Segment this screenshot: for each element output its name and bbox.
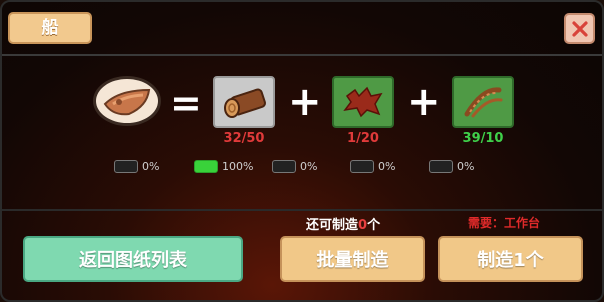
progress-indicator: 100% [194,160,253,173]
progress-label: 0% [142,160,160,173]
result-item-boat[interactable] [93,76,161,126]
leather-hide-icon [343,86,383,118]
craftable-amount: 0 [358,218,368,233]
progress-box [429,160,453,173]
crafting-panel: 船 = + + 32/50 1/20 39/10 0% 100% 0% 0% 0… [0,0,604,302]
progress-box [194,160,218,173]
footer-divider [2,209,602,211]
progress-indicator: 0% [272,160,317,173]
ingredient-count-log: 32/50 [223,131,265,146]
progress-indicator: 0% [114,160,159,173]
progress-box [114,160,138,173]
progress-indicator: 0% [429,160,474,173]
plus-sign: + [288,79,322,125]
equals-sign: = [170,81,202,125]
craftable-count: 还可制造0个 [306,214,380,233]
ingredient-slot-rope[interactable] [452,76,514,128]
rope-coil-icon [464,87,503,118]
progress-box [350,160,374,173]
progress-label: 0% [457,160,475,173]
craftable-prefix: 还可制造 [306,218,359,233]
craftable-suffix: 个 [367,218,381,233]
boat-icon [103,88,151,116]
header-divider [2,54,602,56]
close-button[interactable] [564,13,595,44]
back-to-blueprints-button[interactable]: 返回图纸列表 [23,236,243,282]
ingredient-count-rope: 39/10 [462,131,504,146]
progress-indicator: 0% [350,160,395,173]
close-icon [571,20,588,37]
log-icon [224,88,266,118]
ingredient-slot-log[interactable] [213,76,275,128]
progress-box [272,160,296,173]
ingredient-slot-leather[interactable] [332,76,394,128]
progress-label: 0% [378,160,396,173]
plus-sign: + [407,79,441,125]
progress-label: 100% [222,160,254,173]
progress-label: 0% [300,160,318,173]
craft-one-button[interactable]: 制造1个 [438,236,583,282]
batch-craft-button[interactable]: 批量制造 [280,236,425,282]
window-title: 船 [8,12,92,44]
requirement-text: 需要：工作台 [468,216,541,230]
ingredient-count-leather: 1/20 [347,131,379,146]
